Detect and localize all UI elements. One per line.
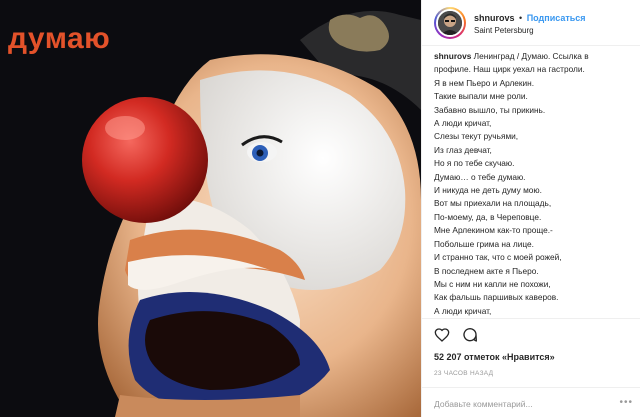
caption-line: профиле. Наш цирк уехал на гастроли. — [434, 64, 585, 75]
header-username[interactable]: shnurovs — [474, 13, 515, 23]
caption-line: Как фальшь паршивых каверов. — [434, 292, 559, 303]
caption-line: Слезы текут ручьями, — [434, 131, 519, 142]
heart-icon[interactable] — [434, 327, 450, 343]
avatar[interactable] — [434, 7, 466, 39]
add-comment-area: ••• — [422, 387, 640, 417]
clown-image — [0, 0, 421, 417]
caption-line: Забавно вышло, ты прикинь. — [434, 104, 546, 115]
photo-overlay-text: думаю — [8, 22, 111, 55]
likes-count[interactable]: 52 207 отметок «Нравится» — [434, 352, 555, 362]
post-actions: 52 207 отметок «Нравится» 23 ЧАСОВ НАЗАД… — [422, 318, 640, 417]
post-timestamp[interactable]: 23 ЧАСОВ НАЗАД — [434, 370, 493, 377]
avatar-image — [436, 9, 464, 37]
caption-line: Такие выпали мне роли. — [434, 91, 528, 102]
location-link[interactable]: Saint Petersburg — [474, 26, 534, 35]
caption-line: И странно так, что с моей рожей, — [434, 252, 562, 263]
caption-line: Мне Арлекином как-то проще.- — [434, 225, 553, 236]
more-options-button[interactable]: ••• — [619, 398, 633, 408]
caption-first-line: shnurovs Ленинград / Думаю. Ссылка в — [434, 50, 634, 63]
caption-line: В последнем акте я Пьеро. — [434, 265, 539, 276]
caption-line: Я в нем Пьеро и Арлекин. — [434, 77, 535, 88]
caption-line: Но я по тебе скучаю. — [434, 158, 515, 169]
post-photo[interactable]: думаю — [0, 0, 421, 417]
caption-line: По-моему, да, в Череповце. — [434, 211, 542, 222]
post-header: shnurovs • Подписаться Saint Petersburg — [422, 0, 640, 46]
caption-line: Ленинград / Думаю. Ссылка в — [473, 51, 589, 61]
caption-line: Вот мы приехали на площадь, — [434, 198, 552, 209]
comment-input[interactable] — [434, 396, 610, 412]
follow-button[interactable]: Подписаться — [527, 13, 586, 23]
caption-line: И никуда не деть думу мою. — [434, 185, 542, 196]
post-sidebar: shnurovs • Подписаться Saint Petersburg … — [421, 0, 640, 417]
caption-line: Мы с ним ни капли не похожи, — [434, 278, 551, 289]
caption-section: shnurovs Ленинград / Думаю. Ссылка в про… — [434, 50, 634, 318]
caption-line: Из глаз девчат, — [434, 144, 492, 155]
caption-line: А люди кричат, — [434, 118, 492, 129]
header-separator: • — [519, 13, 523, 23]
caption-username[interactable]: shnurovs — [434, 51, 471, 61]
comment-icon[interactable] — [462, 327, 478, 343]
caption-line: Побольше грима на лице. — [434, 238, 534, 249]
caption-line: А люди кричат, — [434, 305, 492, 316]
caption-line: Думаю… о тебе думаю. — [434, 171, 526, 182]
